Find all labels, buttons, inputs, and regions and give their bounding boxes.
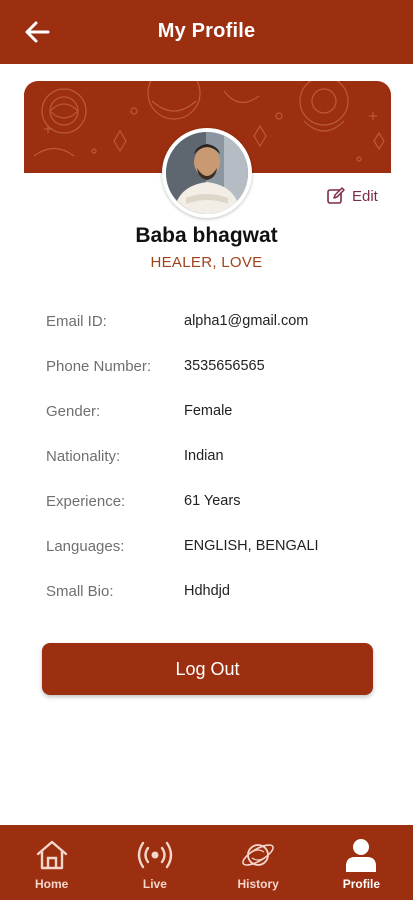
detail-row-gender: Gender: Female <box>46 403 386 448</box>
detail-label: Phone Number: <box>46 358 152 375</box>
bottom-navigation: Home Live History Profile <box>0 825 413 900</box>
detail-label: Email ID: <box>46 313 107 330</box>
detail-value: 3535656565 <box>184 358 265 374</box>
detail-label: Small Bio: <box>46 583 114 600</box>
detail-label: Languages: <box>46 538 125 555</box>
live-broadcast-icon <box>137 841 173 869</box>
page-title: My Profile <box>157 20 256 42</box>
detail-value: alpha1@gmail.com <box>184 313 309 329</box>
app-bar: My Profile <box>0 0 413 64</box>
avatar <box>162 128 252 218</box>
detail-label: Gender: <box>46 403 101 420</box>
home-icon <box>36 840 67 870</box>
detail-value: 61 Years <box>184 493 241 509</box>
nav-label: History <box>237 877 279 891</box>
detail-value: Hdhdjd <box>184 583 230 599</box>
detail-row-email: Email ID: alpha1@gmail.com <box>46 313 386 358</box>
profile-photo <box>166 132 248 214</box>
profile-specialties: HEALER, LOVE <box>150 254 263 271</box>
nav-label: Profile <box>342 877 381 891</box>
profile-details: Email ID: alpha1@gmail.com Phone Number:… <box>46 313 386 628</box>
nav-label: Home <box>34 877 69 891</box>
detail-label: Nationality: <box>46 448 121 465</box>
person-icon <box>346 839 377 872</box>
detail-label: Experience: <box>46 493 126 510</box>
profile-name: Baba bhagwat <box>135 224 278 247</box>
nav-label: Live <box>142 877 167 891</box>
detail-row-nationality: Nationality: Indian <box>46 448 386 493</box>
detail-row-languages: Languages: ENGLISH, BENGALI <box>46 538 386 583</box>
detail-row-phone: Phone Number: 3535656565 <box>46 358 386 403</box>
nav-item-home[interactable]: Home <box>0 825 103 900</box>
planet-history-icon <box>242 844 274 866</box>
logout-button[interactable]: Log Out <box>42 643 373 695</box>
detail-value: ENGLISH, BENGALI <box>184 538 319 554</box>
detail-row-experience: Experience: 61 Years <box>46 493 386 538</box>
detail-row-bio: Small Bio: Hdhdjd <box>46 583 386 628</box>
edit-icon <box>327 187 345 204</box>
edit-profile-button[interactable]: Edit <box>326 186 378 206</box>
nav-item-profile[interactable]: Profile <box>310 825 413 900</box>
nav-item-history[interactable]: History <box>207 825 310 900</box>
detail-value: Indian <box>184 448 224 464</box>
edit-label: Edit <box>352 187 378 205</box>
nav-item-live[interactable]: Live <box>103 825 206 900</box>
detail-value: Female <box>184 403 233 419</box>
